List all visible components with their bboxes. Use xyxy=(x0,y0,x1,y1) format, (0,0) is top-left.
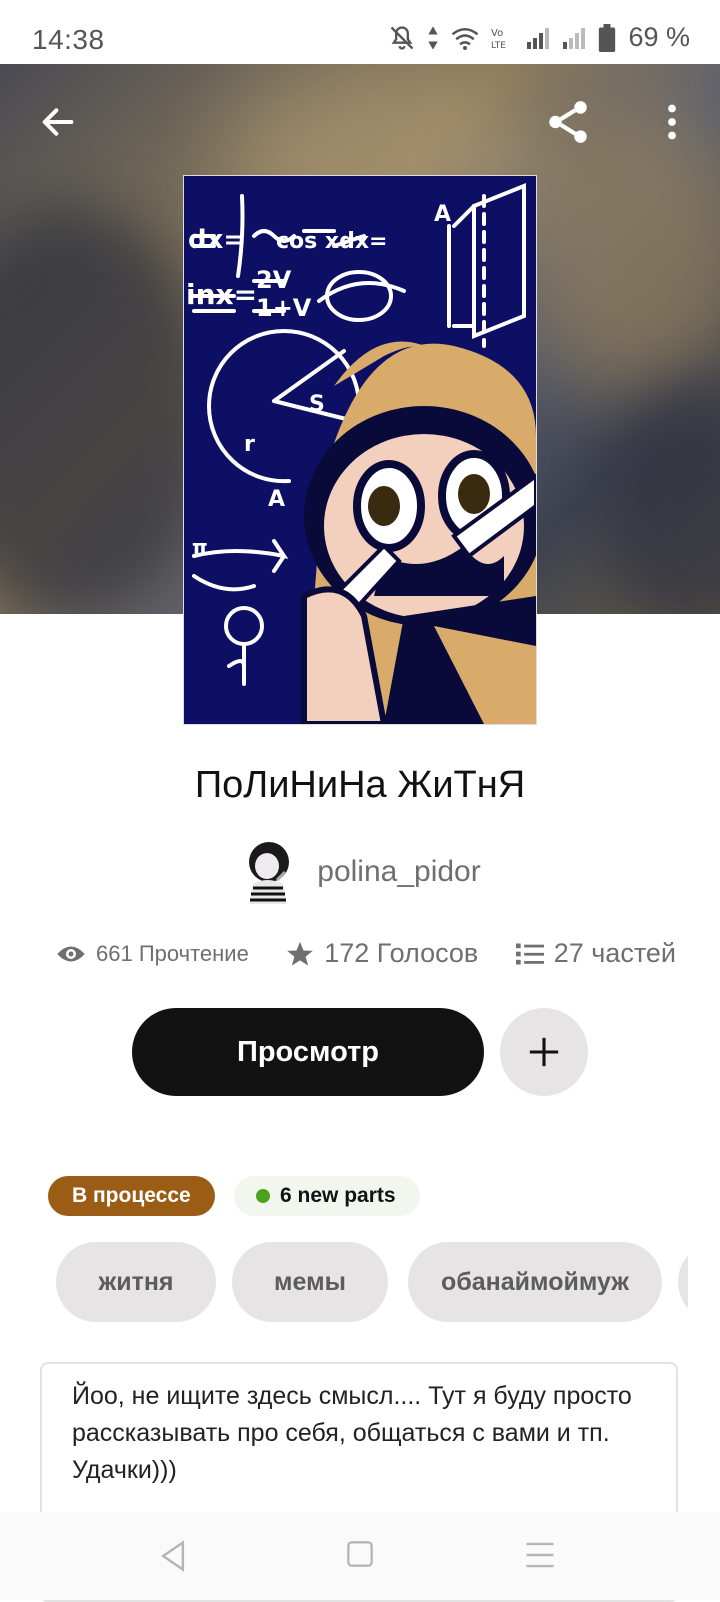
svg-text:r: r xyxy=(244,432,255,457)
reads-stat: 661 Прочтение xyxy=(56,941,249,967)
tag-chip[interactable]: житня xyxy=(56,1242,216,1322)
tags-row[interactable]: житня мемы обанаймоймуж xyxy=(56,1242,688,1322)
svg-text:cos xdx=: cos xdx= xyxy=(276,229,387,254)
story-title: ПоЛиНиНа ЖиТнЯ xyxy=(194,764,526,806)
new-dot-icon xyxy=(256,1189,270,1203)
battery-percent: 69 % xyxy=(628,22,690,52)
mute-icon xyxy=(391,25,414,50)
svg-text:A: A xyxy=(268,487,285,512)
svg-text:dx=: dx= xyxy=(188,225,245,255)
votes-stat: 172 Голосов xyxy=(286,938,478,969)
parts-stat: 27 частей xyxy=(515,938,676,969)
svg-text:π: π xyxy=(192,535,208,559)
more-vertical-icon xyxy=(668,104,676,140)
volte-icon: Vo LTE xyxy=(491,28,506,51)
signal-icon xyxy=(563,27,586,49)
story-description: Йоо, не ищите здесь смысл.... Тут я буду… xyxy=(72,1382,632,1484)
parts-count: 27 частей xyxy=(553,938,676,968)
more-options-button[interactable] xyxy=(648,90,696,154)
add-to-library-button[interactable] xyxy=(500,1008,588,1096)
author-name: polina_pidor xyxy=(317,855,481,888)
status-icons: Vo LTE 69 % xyxy=(388,22,690,53)
read-button[interactable]: Просмотр xyxy=(132,1008,484,1096)
share-icon xyxy=(549,101,587,143)
stats-row: 661 Прочтение 172 Голосов 27 частей xyxy=(56,938,676,969)
tag-chip-partial[interactable] xyxy=(678,1242,688,1322)
svg-text:inx=: inx= xyxy=(186,278,257,311)
status-badge: В процессе xyxy=(48,1176,215,1216)
author-row[interactable]: polina_pidor xyxy=(0,840,720,904)
cover-illustration: dx= cos xdx= inx= 2V 1+V A A B S r π xyxy=(184,176,536,724)
votes-count: 172 Голосов xyxy=(324,938,479,968)
arrow-left-icon xyxy=(42,108,74,136)
tag-chip[interactable]: мемы xyxy=(232,1242,388,1322)
data-arrows-icon xyxy=(428,25,439,50)
list-icon xyxy=(515,943,544,964)
reads-count: 661 Прочтение xyxy=(96,940,249,966)
tag-chip[interactable]: обанаймоймуж xyxy=(408,1242,662,1322)
nav-menu-icon[interactable] xyxy=(524,1540,556,1570)
signal-icon xyxy=(527,27,550,49)
back-button[interactable] xyxy=(28,92,88,152)
svg-text:2V: 2V xyxy=(256,266,292,294)
nav-back-icon[interactable] xyxy=(158,1540,188,1572)
share-button[interactable] xyxy=(536,90,600,154)
svg-text:Vo: Vo xyxy=(491,28,503,39)
wifi-icon xyxy=(452,27,479,50)
story-cover[interactable]: dx= cos xdx= inx= 2V 1+V A A B S r π xyxy=(184,176,536,724)
svg-text:1+V: 1+V xyxy=(256,294,312,322)
eye-icon xyxy=(57,946,85,961)
nav-home-icon[interactable] xyxy=(346,1540,374,1568)
battery-icon xyxy=(599,23,616,52)
status-bar: 14:38 Vo LTE 69 % xyxy=(0,0,720,64)
new-parts-badge: 6 new parts xyxy=(234,1176,420,1216)
svg-text:A: A xyxy=(434,202,451,227)
status-time: 14:38 xyxy=(32,24,105,55)
star-icon xyxy=(287,941,314,966)
plus-icon xyxy=(529,1037,559,1067)
avatar xyxy=(249,842,290,904)
svg-text:LTE: LTE xyxy=(491,41,506,51)
svg-text:S: S xyxy=(309,392,325,417)
new-parts-label: 6 new parts xyxy=(280,1184,396,1207)
